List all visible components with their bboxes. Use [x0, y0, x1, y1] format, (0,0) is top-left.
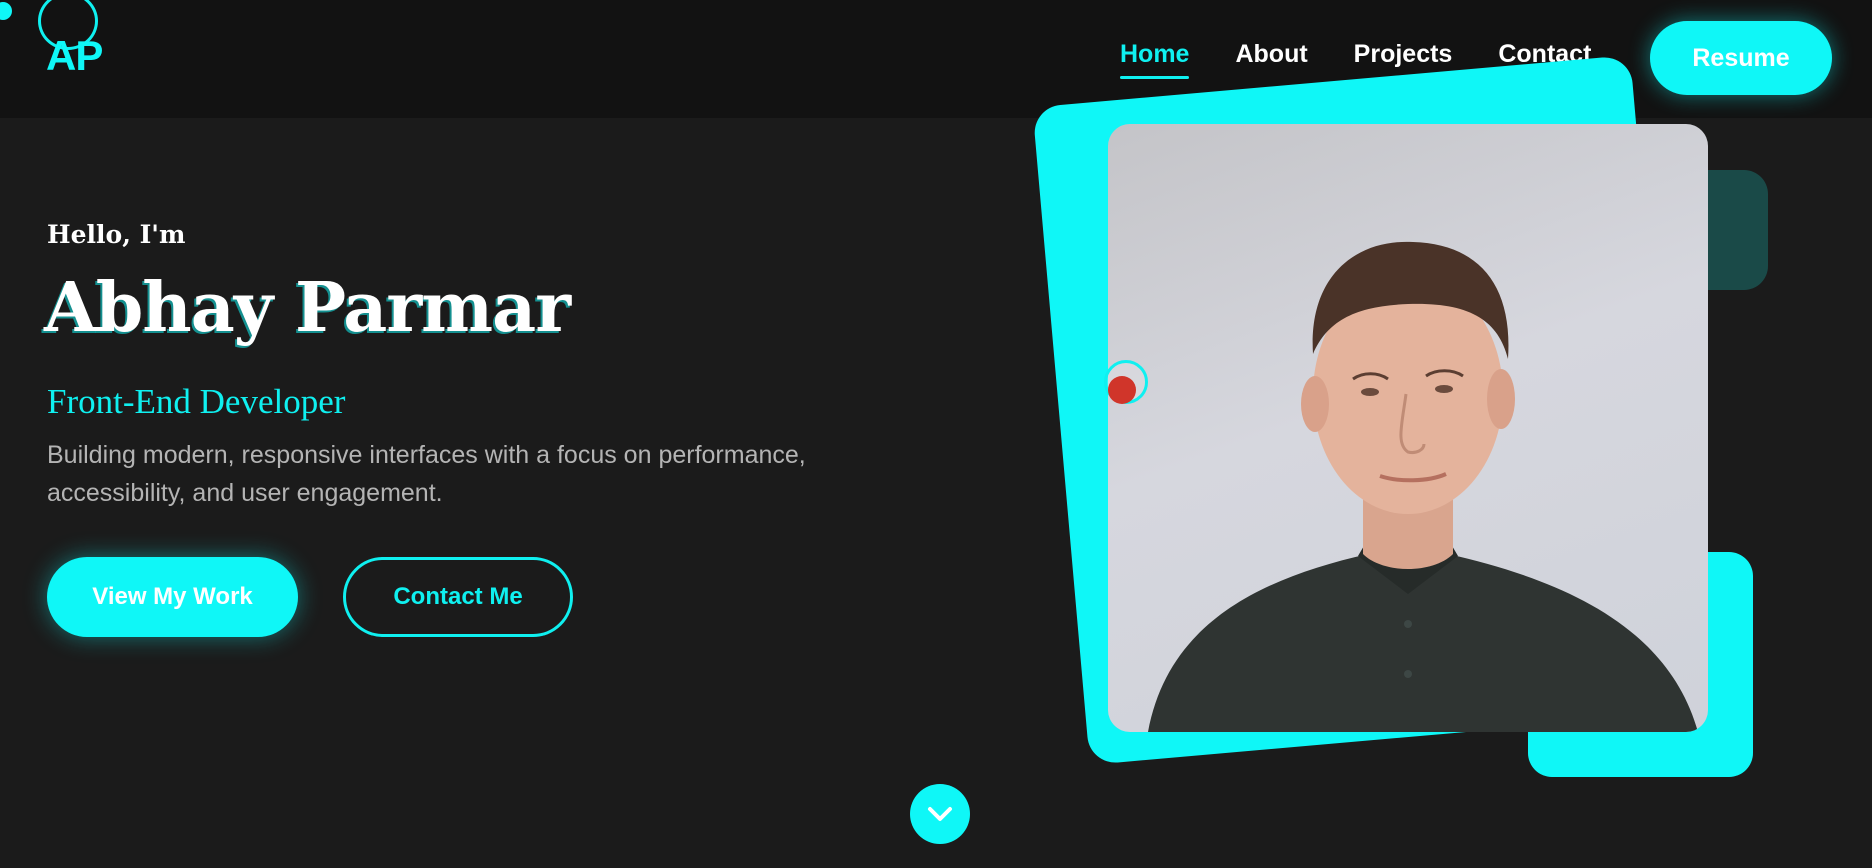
- logo-dot-decoration: [0, 2, 12, 20]
- chevron-down-icon: [928, 807, 952, 821]
- nav-about[interactable]: About: [1235, 40, 1307, 79]
- nav-home[interactable]: Home: [1120, 40, 1190, 79]
- profile-photo: [1108, 124, 1708, 732]
- view-work-button[interactable]: View My Work: [47, 557, 298, 637]
- record-icon: [1108, 376, 1136, 404]
- hero-greeting: Hello, I'm: [47, 220, 186, 249]
- hero-role: Front-End Developer: [47, 382, 346, 421]
- scroll-down-button[interactable]: [910, 784, 970, 844]
- portrait-illustration: [1148, 241, 1698, 732]
- resume-button[interactable]: Resume: [1650, 21, 1832, 95]
- portfolio-page: AP Home About Projects Contact Resume He…: [0, 0, 1872, 868]
- logo[interactable]: AP: [46, 32, 103, 80]
- hero-name: Abhay Parmar: [44, 268, 571, 348]
- hero-description: Building modern, responsive interfaces w…: [47, 441, 806, 507]
- contact-me-button[interactable]: Contact Me: [343, 557, 573, 637]
